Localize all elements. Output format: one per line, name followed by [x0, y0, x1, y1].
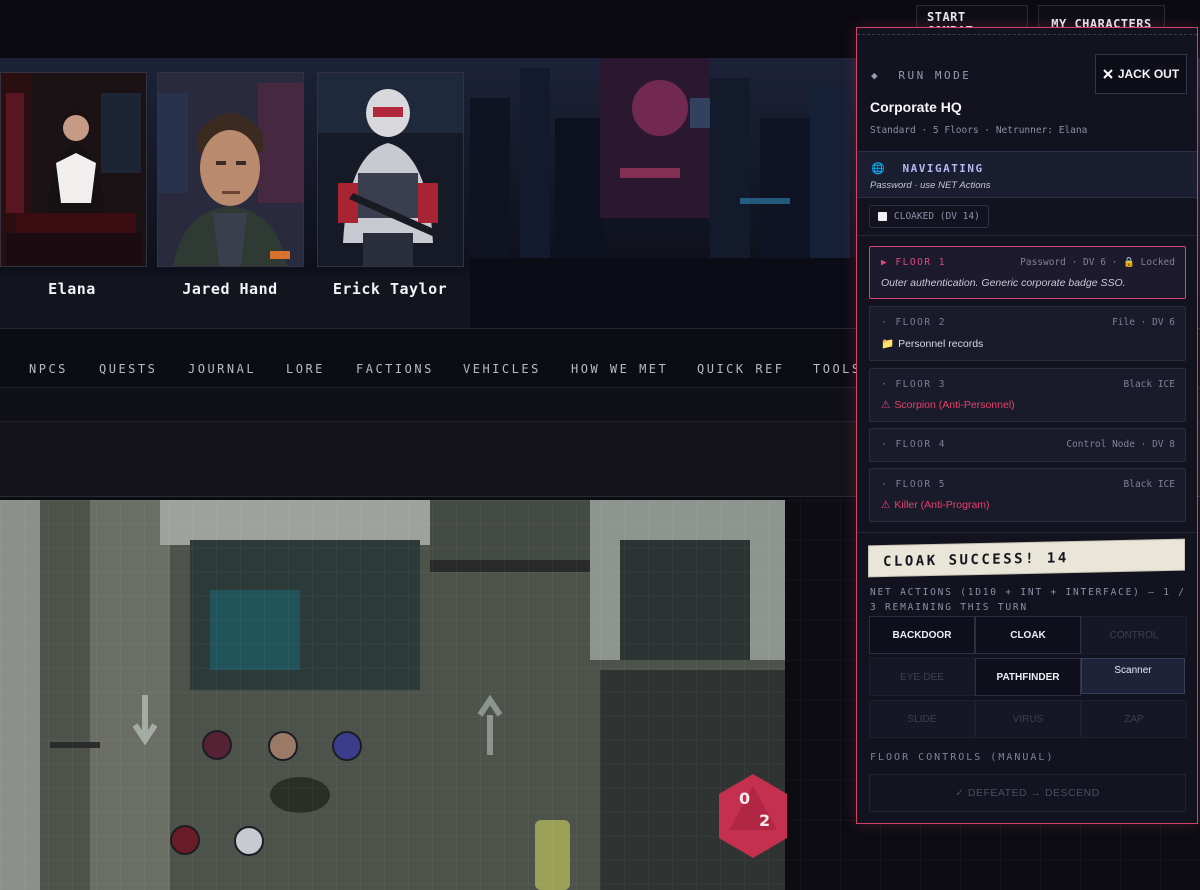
d20-left-face: 0	[739, 789, 750, 808]
checkbox-icon	[878, 212, 887, 221]
map-token[interactable]	[202, 730, 232, 760]
floor-meta: Black ICE	[1123, 479, 1175, 490]
floor-label: · FLOOR 4	[881, 439, 946, 450]
portrait-erick-taylor[interactable]	[317, 72, 464, 267]
status-title-text: NAVIGATING	[902, 162, 984, 175]
action-scanner-button[interactable]: Scanner	[1081, 658, 1185, 694]
divider	[857, 532, 1197, 533]
nav-factions[interactable]: FACTIONS	[356, 362, 434, 376]
nav-tools[interactable]: TOOLS	[813, 362, 862, 376]
floor-meta: Password · DV 6 · 🔒 Locked	[1020, 257, 1175, 268]
map-token[interactable]	[332, 731, 362, 761]
nav-quick-ref[interactable]: QUICK REF	[697, 362, 785, 376]
floor-label: ▶ FLOOR 1	[881, 257, 946, 268]
lock-icon: 🔒	[1123, 257, 1135, 268]
action-backdoor-button[interactable]: BACKDOOR	[869, 616, 975, 654]
nav-quests[interactable]: QUESTS	[99, 362, 157, 376]
floor-detail-text: Killer (Anti-Program)	[894, 499, 990, 511]
run-subtitle: Standard · 5 Floors · Netrunner: Elana	[870, 125, 1088, 136]
floor-label: · FLOOR 5	[881, 479, 946, 490]
netrun-panel: ◆ RUN MODE JACK OUT Corporate HQ Standar…	[856, 27, 1198, 824]
erick-taylor-portrait-image	[318, 73, 463, 266]
floor-label: · FLOOR 3	[881, 379, 946, 390]
divider	[857, 235, 1197, 236]
warning-icon: ⚠	[881, 499, 891, 511]
street-battle-map[interactable]	[0, 500, 785, 890]
floor-1-card[interactable]: ▶ FLOOR 1 Password · DV 6 · 🔒 Locked Out…	[869, 246, 1186, 299]
action-virus-button[interactable]: VIRUS	[975, 700, 1081, 738]
defeated-descend-button[interactable]: ✓ DEFEATED → DESCEND	[869, 774, 1186, 812]
elana-portrait-image	[1, 73, 146, 266]
floor-detail-text: Outer authentication. Generic corporate …	[881, 277, 1126, 289]
nav-lore[interactable]: LORE	[286, 362, 325, 376]
floor-detail-text: Scorpion (Anti-Personnel)	[894, 399, 1015, 411]
party-name-jared-hand: Jared Hand	[182, 280, 278, 298]
action-control-button[interactable]: CONTROL	[1081, 616, 1187, 654]
party-name-elana: Elana	[48, 280, 96, 298]
floor-lock-text: Locked	[1140, 257, 1175, 268]
jack-out-button[interactable]: JACK OUT	[1095, 54, 1187, 94]
party-name-erick-taylor: Erick Taylor	[332, 280, 448, 298]
floor-label: · FLOOR 2	[881, 317, 946, 328]
cloaked-label: CLOAKED (DV 14)	[894, 211, 980, 222]
floor-meta: File · DV 6	[1112, 317, 1175, 328]
d20-die-icon[interactable]: 0 2	[717, 772, 789, 860]
floor-meta-text: Password · DV 6 ·	[1020, 257, 1118, 268]
panel-top-dashes	[857, 34, 1197, 35]
jack-out-label: JACK OUT	[1117, 67, 1180, 81]
run-status-sub: Password · use NET Actions	[870, 180, 991, 191]
action-zap-button[interactable]: ZAP	[1081, 700, 1187, 738]
jared-hand-portrait-image	[158, 73, 303, 266]
run-mode-label: ◆ RUN MODE	[871, 69, 971, 82]
map-token[interactable]	[234, 826, 264, 856]
floor-controls-label: FLOOR CONTROLS (MANUAL)	[870, 752, 1055, 763]
close-icon	[1103, 69, 1113, 79]
floor-4-card[interactable]: · FLOOR 4 Control Node · DV 8	[869, 428, 1186, 462]
run-status: 🌐 NAVIGATING Password · use NET Actions	[857, 151, 1197, 198]
banner-text: CLOAK SUCCESS! 14	[883, 550, 1069, 571]
globe-icon: 🌐	[871, 162, 887, 175]
action-eye-dee-button[interactable]: EYE-DEE	[869, 658, 975, 696]
floor-detail: 📁 Personnel records	[881, 337, 984, 351]
warning-icon: ⚠	[881, 399, 891, 411]
run-mode-text: RUN MODE	[898, 69, 972, 82]
net-actions-label: NET ACTIONS (1D10 + INT + INTERFACE) — 1…	[870, 587, 1186, 613]
cloak-success-banner: CLOAK SUCCESS! 14	[869, 539, 1184, 577]
floor-detail-text: Personnel records	[898, 337, 984, 350]
diamond-icon: ◆	[871, 69, 881, 82]
action-slide-button[interactable]: SLIDE	[869, 700, 975, 738]
run-status-title: 🌐 NAVIGATING	[871, 162, 984, 175]
floor-detail: ⚠ Scorpion (Anti-Personnel)	[881, 399, 1015, 411]
cloaked-checkbox[interactable]: CLOAKED (DV 14)	[869, 205, 989, 228]
floor-detail: Outer authentication. Generic corporate …	[881, 277, 1126, 289]
folder-icon: 📁	[881, 338, 895, 350]
map-token[interactable]	[170, 825, 200, 855]
nav-npcs[interactable]: NPCS	[29, 362, 68, 376]
nav-vehicles[interactable]: VEHICLES	[463, 362, 541, 376]
nav-how-we-met[interactable]: HOW WE MET	[571, 362, 668, 376]
floor-5-card[interactable]: · FLOOR 5 Black ICE ⚠ Killer (Anti-Progr…	[869, 468, 1186, 522]
portrait-jared-hand[interactable]	[157, 72, 304, 267]
nav-journal[interactable]: JOURNAL	[188, 362, 256, 376]
floor-2-card[interactable]: · FLOOR 2 File · DV 6 📁 Personnel record…	[869, 306, 1186, 361]
action-cloak-button[interactable]: CLOAK	[975, 616, 1081, 654]
portrait-elana[interactable]	[0, 72, 147, 267]
floor-meta: Control Node · DV 8	[1066, 439, 1175, 450]
floor-meta: Black ICE	[1123, 379, 1175, 390]
run-title: Corporate HQ	[870, 99, 962, 115]
d20-right-face: 2	[759, 811, 770, 830]
floor-3-card[interactable]: · FLOOR 3 Black ICE ⚠ Scorpion (Anti-Per…	[869, 368, 1186, 422]
floor-detail: ⚠ Killer (Anti-Program)	[881, 499, 990, 511]
map-token[interactable]	[268, 731, 298, 761]
action-pathfinder-button[interactable]: PATHFINDER	[975, 658, 1081, 696]
